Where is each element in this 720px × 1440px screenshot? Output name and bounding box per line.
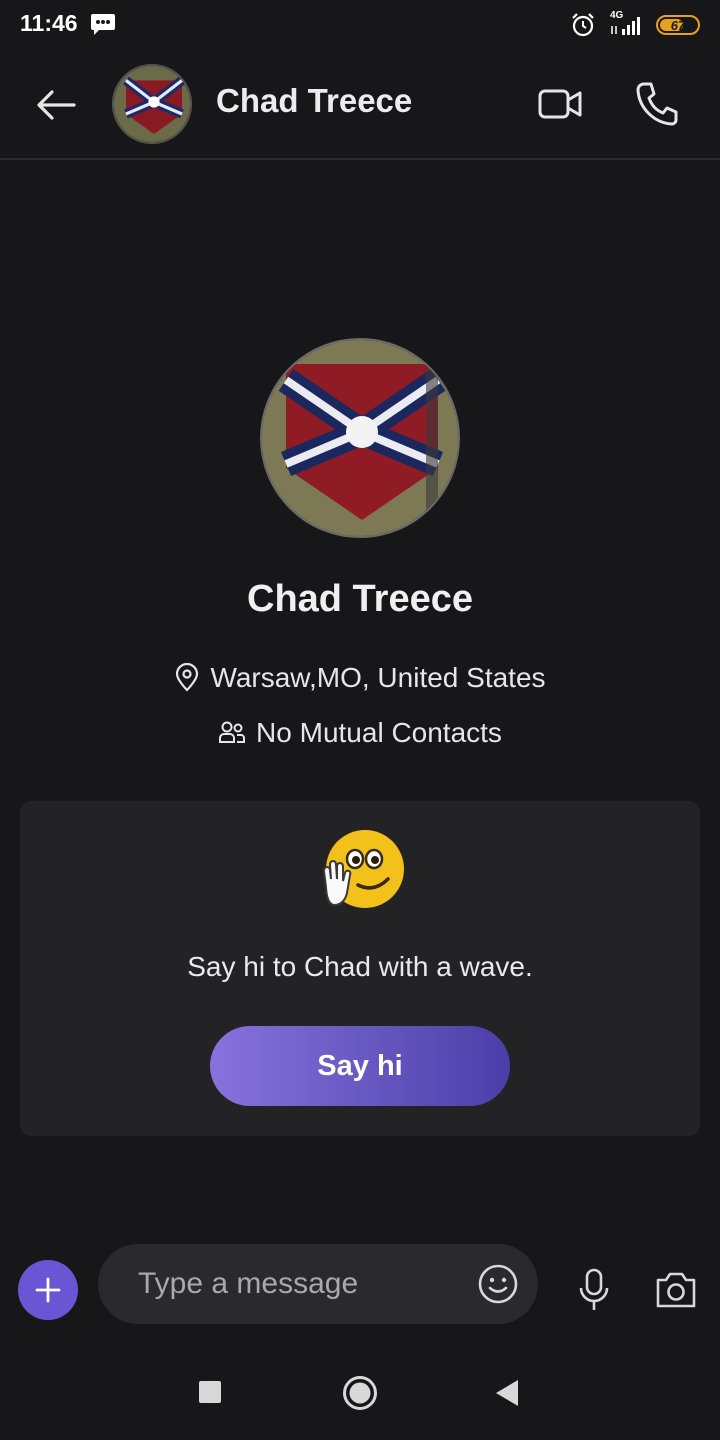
back-arrow-icon[interactable] — [30, 82, 80, 128]
camera-icon[interactable] — [654, 1270, 698, 1310]
status-bar: 11:46 4G 67 — [0, 0, 720, 52]
contact-name-header[interactable]: Chad Treece — [216, 82, 412, 120]
video-camera-icon[interactable] — [536, 84, 584, 124]
add-attachment-button[interactable] — [18, 1260, 78, 1320]
profile-name: Chad Treece — [247, 578, 473, 620]
alarm-icon — [572, 13, 594, 37]
chat-header: Chad Treece — [0, 52, 720, 160]
wave-card: Say hi to Chad with a wave. Say hi — [20, 801, 700, 1136]
smiley-icon[interactable] — [478, 1264, 518, 1304]
waving-smiley-icon — [322, 830, 404, 908]
profile-location: Warsaw,MO, United States — [0, 662, 720, 694]
message-icon — [91, 14, 115, 35]
network-type: 4G — [610, 10, 624, 21]
location-pin-icon — [176, 663, 199, 692]
contact-avatar-large[interactable] — [260, 338, 460, 538]
people-icon — [219, 721, 246, 743]
back-triangle-icon[interactable] — [494, 1378, 520, 1408]
phone-icon[interactable] — [634, 80, 678, 126]
battery-level: 67 — [670, 17, 686, 33]
status-time: 11:46 — [20, 10, 78, 36]
contact-avatar-small[interactable] — [112, 64, 192, 144]
microphone-icon[interactable] — [578, 1268, 610, 1312]
say-hi-button[interactable]: Say hi — [210, 1026, 510, 1106]
mutual-contacts-text: No Mutual Contacts — [256, 717, 502, 748]
message-input-container — [98, 1244, 538, 1324]
status-indicators: 4G 67 — [570, 10, 700, 40]
battery-icon: 67 — [656, 15, 700, 35]
recents-square-icon[interactable] — [199, 1381, 221, 1403]
message-input[interactable] — [138, 1244, 458, 1324]
chat-screen: 11:46 4G 67 Chad Treece Chad Treece Wars… — [0, 0, 720, 1440]
profile-mutual-contacts: No Mutual Contacts — [0, 717, 720, 749]
signal-icon: 4G — [608, 10, 644, 38]
home-circle-icon[interactable] — [342, 1375, 378, 1411]
location-text: Warsaw,MO, United States — [210, 662, 546, 693]
plus-icon — [35, 1277, 61, 1303]
wave-message: Say hi to Chad with a wave. — [187, 951, 533, 982]
